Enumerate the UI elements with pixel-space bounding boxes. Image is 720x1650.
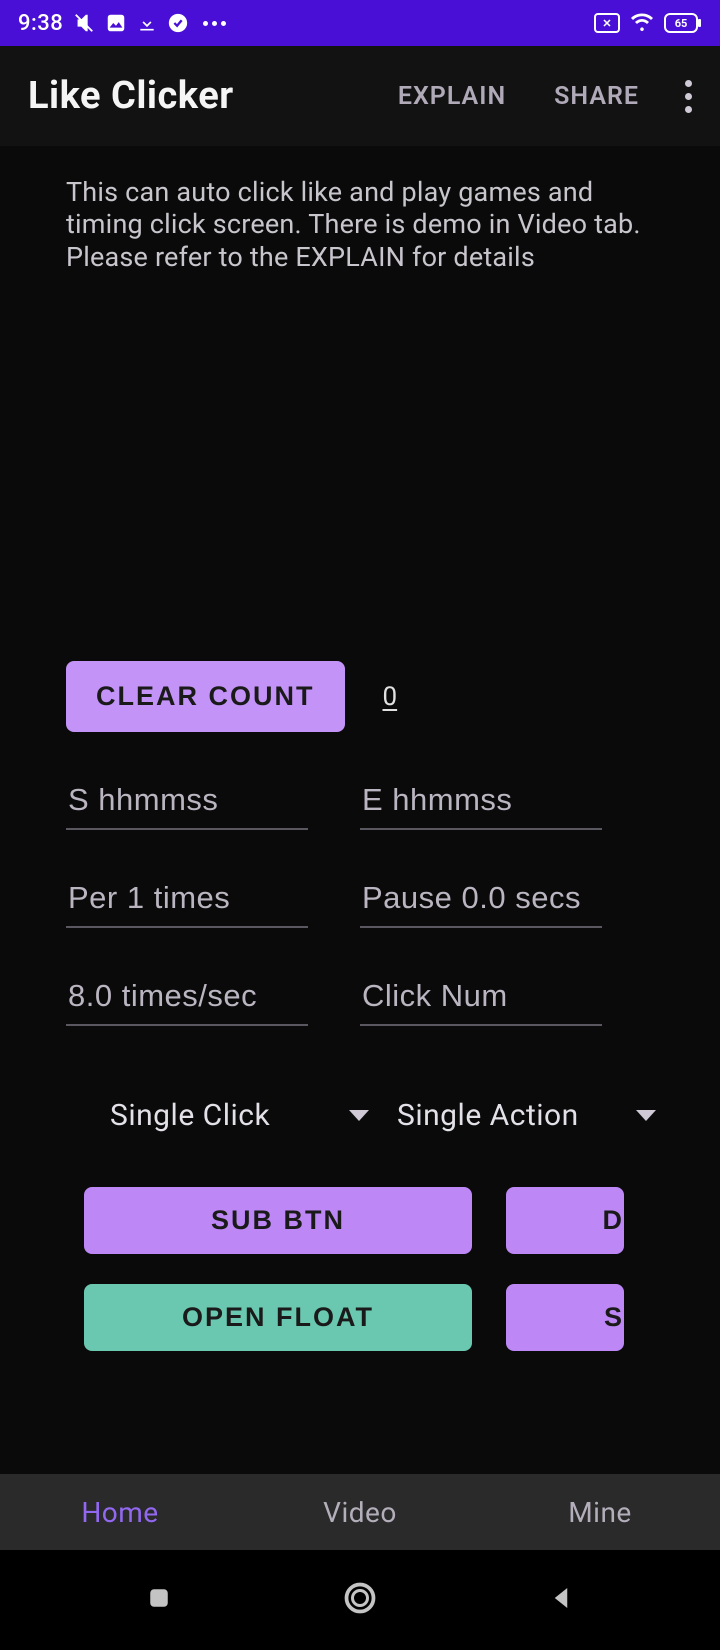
open-float-button[interactable]: OPEN FLOAT [84,1284,472,1351]
main-content: This can auto click like and play games … [0,146,720,1474]
svg-text:✕: ✕ [602,17,611,30]
description-text: This can auto click like and play games … [66,176,660,273]
explain-button[interactable]: EXPLAIN [380,70,524,123]
back-icon[interactable] [546,1583,576,1617]
home-icon[interactable] [342,1580,378,1620]
overflow-menu-icon[interactable] [669,72,696,121]
share-button[interactable]: SHARE [536,70,657,123]
click-mode-label: Single Click [110,1098,270,1133]
s-button[interactable]: S [506,1284,624,1351]
per-times-input[interactable] [66,874,308,928]
end-time-input[interactable] [360,776,602,830]
mute-icon [73,12,95,34]
system-nav-bar [0,1550,720,1650]
status-time: 9:38 [18,11,63,36]
wifi-icon [630,13,654,33]
status-left: 9:38 [18,11,226,36]
start-time-input[interactable] [66,776,308,830]
chevron-down-icon [349,1110,369,1121]
clear-count-button[interactable]: CLEAR COUNT [66,661,345,732]
tab-home[interactable]: Home [0,1474,240,1550]
status-bar: 9:38 ✕ 65 [0,0,720,46]
click-mode-select[interactable]: Single Click [110,1098,373,1133]
check-circle-icon [167,12,189,34]
count-value[interactable]: 0 [381,682,398,712]
sub-button[interactable]: SUB BTN [84,1187,472,1254]
svg-text:65: 65 [675,17,688,30]
picture-icon [105,12,127,34]
action-label: Single Action [397,1098,579,1133]
app-bar: Like Clicker EXPLAIN SHARE [0,46,720,146]
d-button[interactable]: D [506,1187,624,1254]
rate-input[interactable] [66,972,308,1026]
battery-icon: 65 [664,13,702,33]
bottom-tabs: Home Video Mine [0,1474,720,1550]
more-icon [203,21,226,26]
status-right: ✕ 65 [594,13,702,33]
app-title: Like Clicker [28,74,368,118]
action-select[interactable]: Single Action [397,1098,660,1133]
cast-icon: ✕ [594,13,620,33]
tab-mine[interactable]: Mine [480,1474,720,1550]
recent-apps-icon[interactable] [144,1583,174,1617]
chevron-down-icon [636,1110,656,1121]
click-num-input[interactable] [360,972,602,1026]
pause-secs-input[interactable] [360,874,602,928]
tab-video[interactable]: Video [240,1474,480,1550]
download-icon [137,13,157,33]
